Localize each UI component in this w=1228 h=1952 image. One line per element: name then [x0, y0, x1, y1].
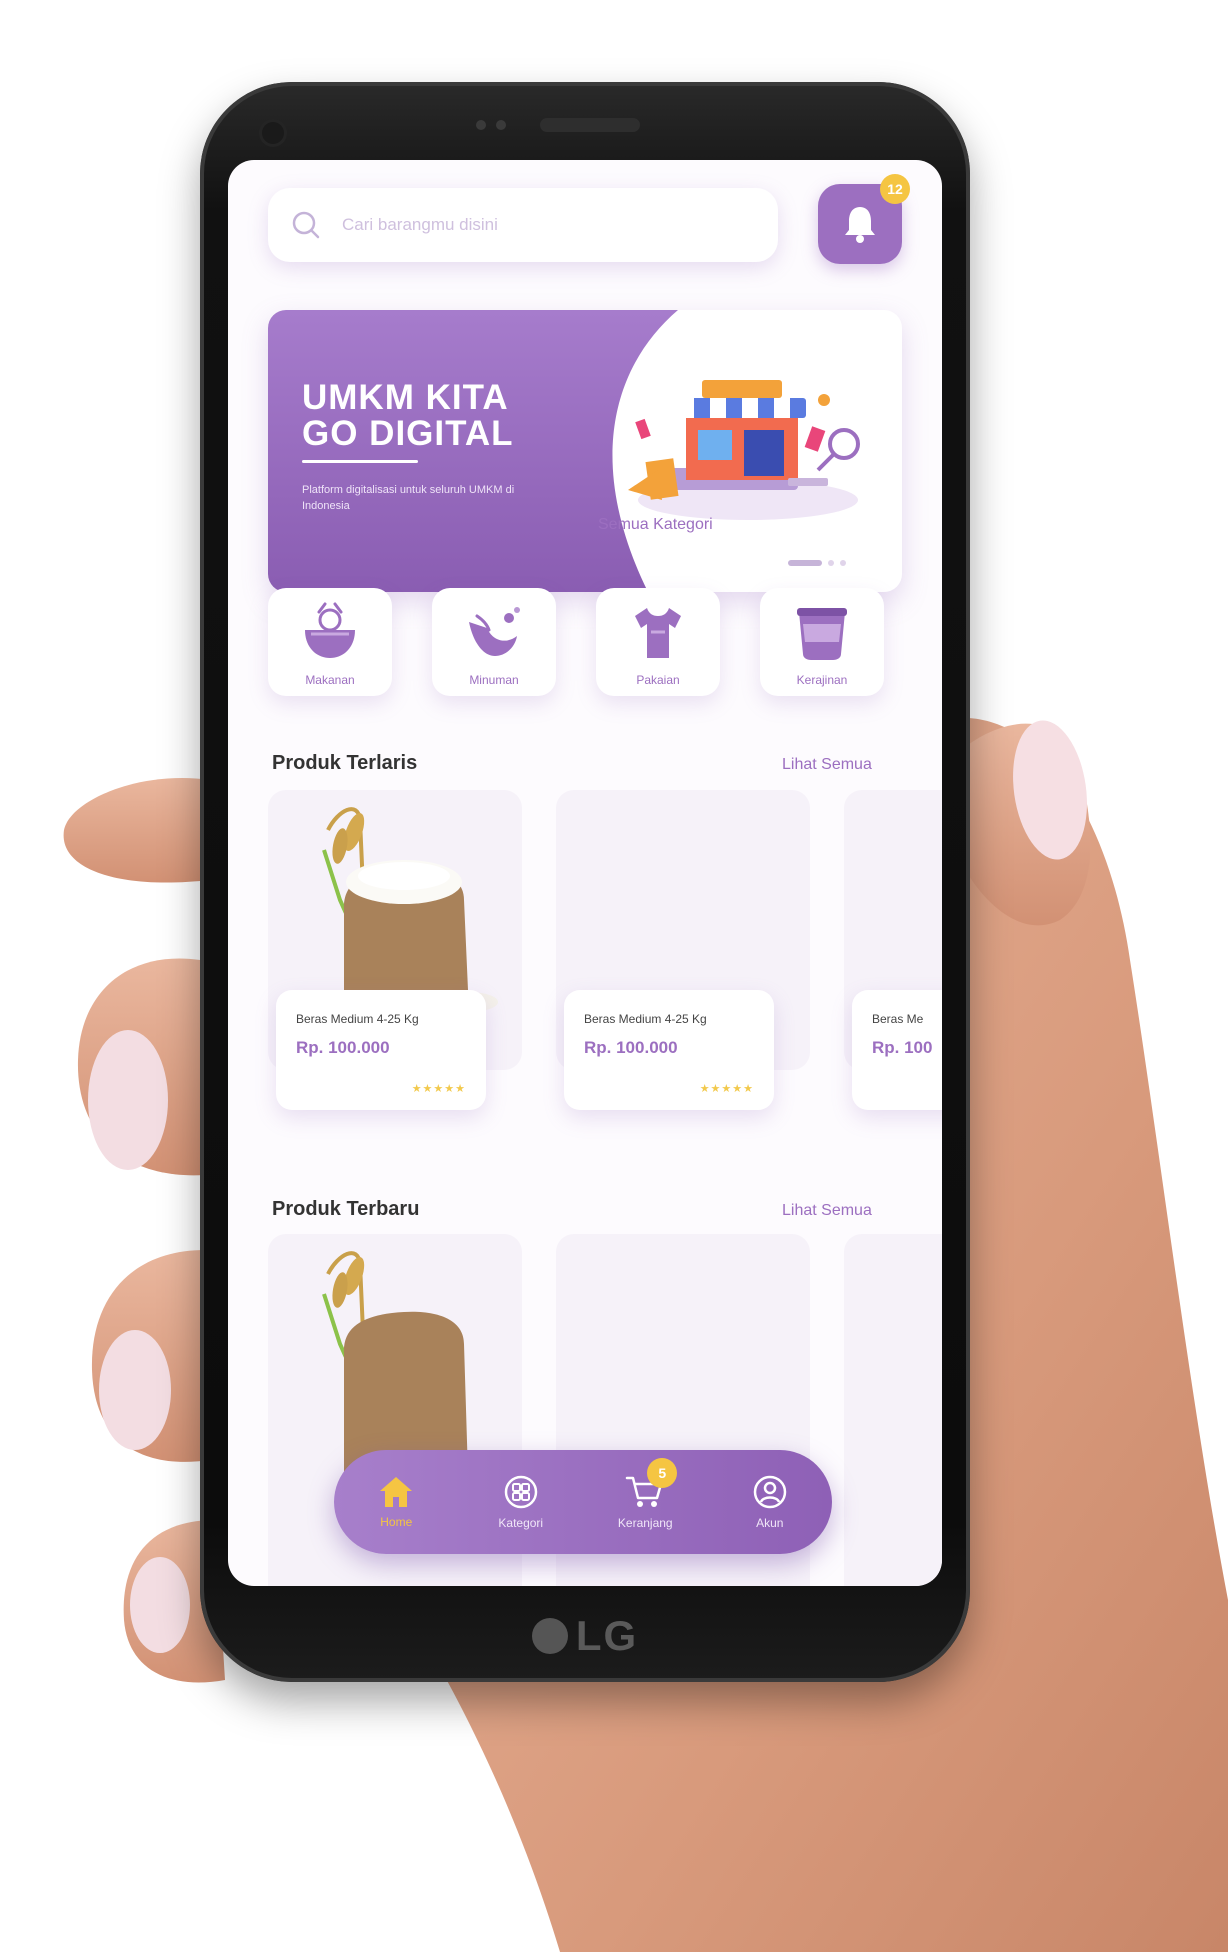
nav-label: Home [380, 1515, 413, 1529]
see-all-categories-link[interactable]: Semua Kategori [598, 516, 713, 534]
user-icon [753, 1475, 786, 1509]
banner-pagination[interactable] [788, 560, 846, 566]
nav-label: Akun [756, 1516, 784, 1530]
notification-badge: 12 [880, 174, 910, 204]
lg-logo-icon [531, 1618, 568, 1654]
food-bowl-icon [305, 602, 355, 658]
craft-pot-icon [797, 608, 847, 660]
product-info-card[interactable]: Beras Medium 4-25 Kg Rp. 100.000 ★★★★★ [276, 990, 486, 1110]
product-card[interactable] [844, 1234, 942, 1586]
search-icon [292, 211, 320, 239]
newest-see-all-link[interactable]: Lihat Semua [782, 1202, 872, 1220]
pagination-dot[interactable] [828, 560, 834, 566]
popular-see-all-link[interactable]: Lihat Semua [782, 756, 872, 774]
device-brand-logo: LG [200, 1612, 970, 1660]
product-info-card[interactable]: Beras Medium 4-25 Kg Rp. 100.000 ★★★★★ [564, 990, 774, 1110]
nav-label: Kategori [498, 1516, 544, 1530]
banner-title-line1: UMKM KITA [302, 378, 509, 417]
earpiece [540, 118, 640, 132]
home-icon [380, 1477, 413, 1507]
category-food[interactable]: Makanan [268, 588, 392, 696]
product-rating-stars: ★★★★★ [411, 1083, 466, 1095]
newest-products-title: Produk Terbaru [272, 1198, 420, 1220]
brand-label: LG [575, 1612, 639, 1659]
pagination-dot[interactable] [840, 560, 846, 566]
banner-subtitle: Platform digitalisasi untuk seluruh UMKM… [302, 484, 515, 512]
sensor-icon [496, 120, 506, 130]
banner-title: UMKM KITA GO DIGITAL [302, 380, 602, 452]
product-price: Rp. 100.000 [296, 1038, 390, 1057]
category-crafts[interactable]: Kerajinan [760, 588, 884, 696]
category-label: Kerajinan [796, 673, 848, 687]
product-info-card[interactable]: Beras Me Rp. 100 [852, 990, 942, 1110]
product-rating-stars: ★★★★★ [699, 1083, 754, 1095]
bottom-navigation: Home Kategori 5 Keranjang Akun [334, 1450, 832, 1554]
rice-sack-image [322, 1251, 468, 1474]
product-name: Beras Medium 4-25 Kg [584, 1012, 707, 1026]
search-input[interactable] [340, 214, 744, 236]
search-bar[interactable] [268, 188, 778, 262]
category-drinks[interactable]: Minuman [432, 588, 556, 696]
drink-splash-icon [469, 607, 520, 656]
product-price: Rp. 100 [872, 1038, 933, 1057]
nav-item-account[interactable]: Akun [720, 1474, 820, 1530]
banner-title-line2: GO DIGITAL [302, 414, 514, 453]
sensor-icon [476, 120, 486, 130]
banner-divider [302, 460, 418, 463]
cart-badge: 5 [647, 1458, 678, 1488]
shirt-icon [635, 608, 681, 658]
nav-item-cart[interactable]: 5 Keranjang [595, 1458, 695, 1530]
product-price: Rp. 100.000 [584, 1038, 678, 1057]
product-name: Beras Me [872, 1012, 924, 1026]
promo-banner[interactable]: UMKM KITA GO DIGITAL Platform digitalisa… [268, 310, 902, 592]
nav-item-home[interactable]: Home [346, 1475, 446, 1529]
popular-products-title: Produk Terlaris [272, 752, 418, 774]
nav-item-categories[interactable]: Kategori [471, 1474, 571, 1530]
notification-button[interactable]: 12 [818, 174, 910, 264]
product-name: Beras Medium 4-25 Kg [296, 1012, 419, 1026]
category-label: Minuman [469, 673, 519, 687]
nav-label: Keranjang [617, 1516, 673, 1530]
grid-icon [504, 1475, 537, 1509]
pagination-dot-active[interactable] [788, 560, 822, 566]
category-label: Makanan [305, 673, 355, 687]
category-clothing[interactable]: Pakaian [596, 588, 720, 696]
front-camera-icon [262, 122, 284, 144]
bell-icon [845, 207, 875, 243]
app-screen: 12 UMKM KITA GO DIGITAL Platform digital… [228, 160, 942, 1586]
category-label: Pakaian [636, 673, 680, 687]
